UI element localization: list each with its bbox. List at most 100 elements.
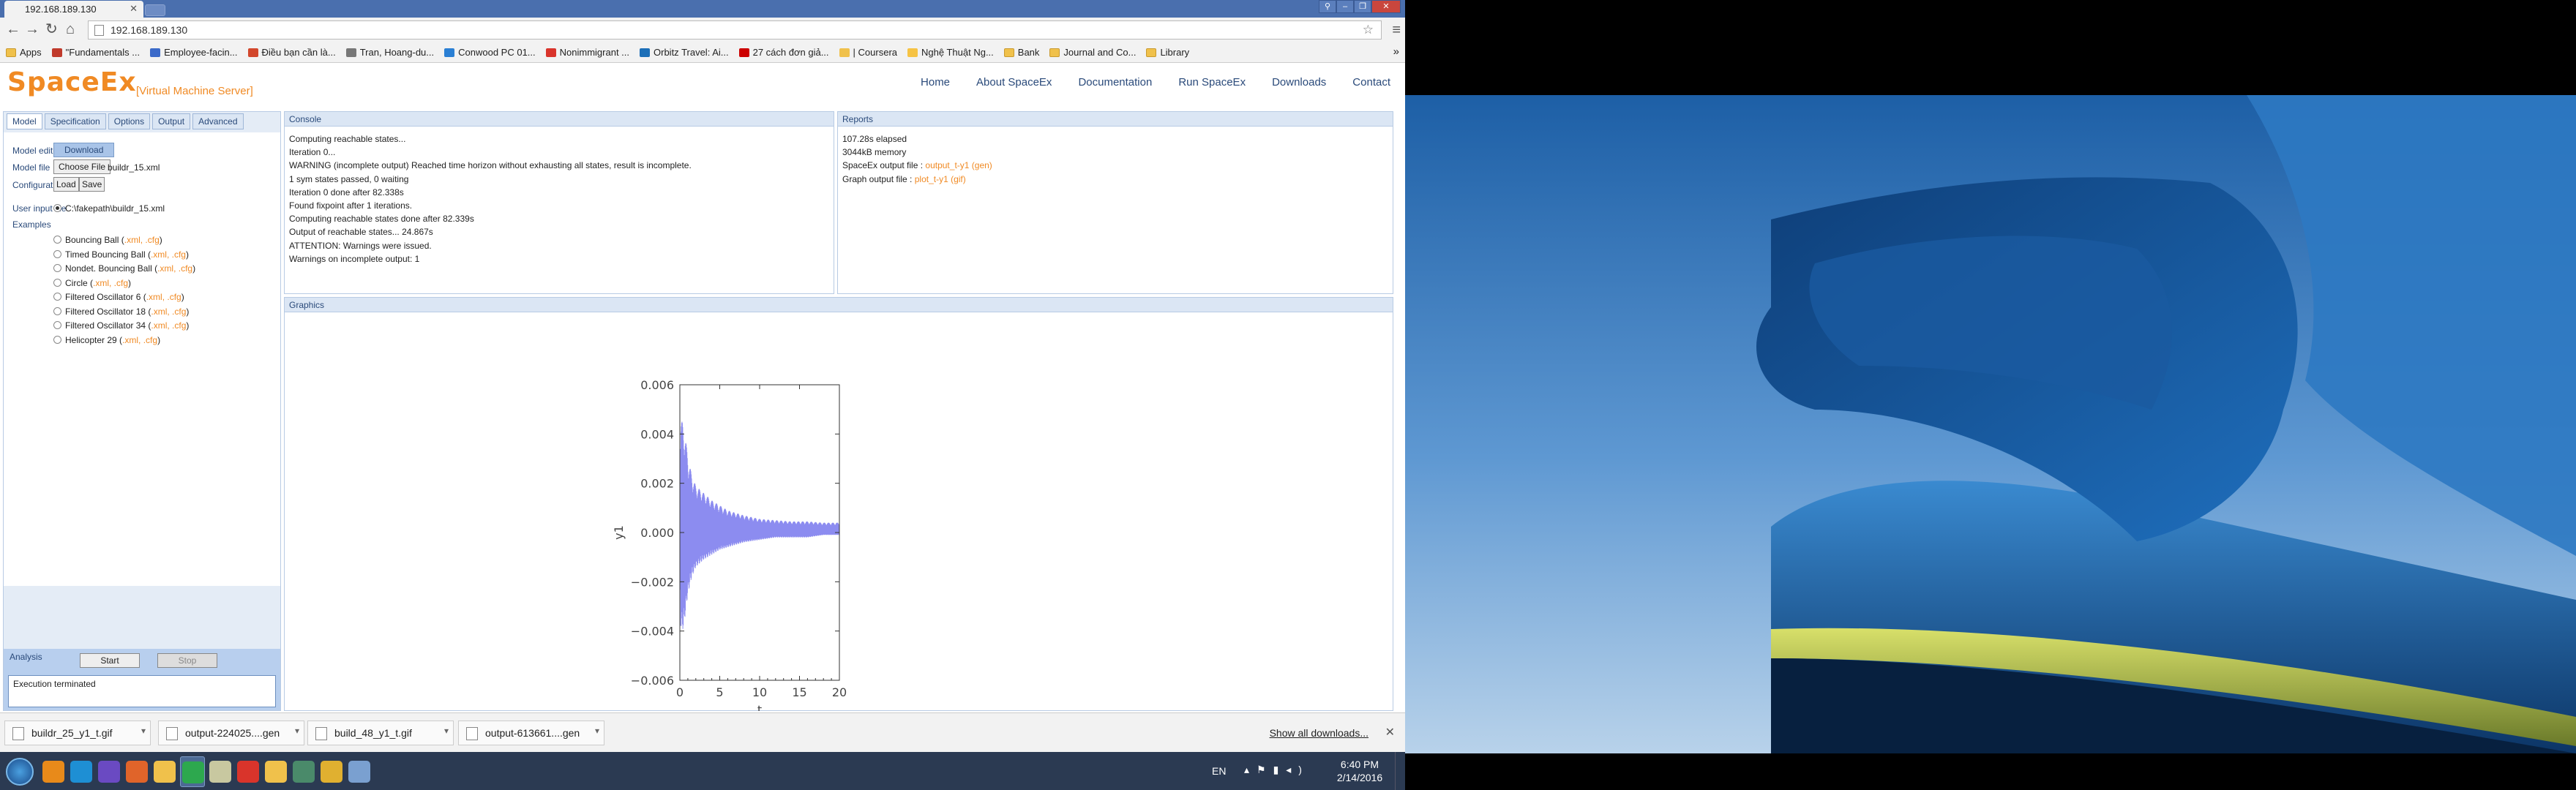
choose-file-button[interactable]: Choose File	[53, 159, 111, 174]
download-button[interactable]: Download	[53, 143, 115, 157]
bookmark-item[interactable]: | Coursera	[839, 47, 897, 58]
example-links[interactable]: .xml, .cfg	[124, 235, 160, 245]
graph-output-link[interactable]: plot_t-y1 (gif)	[915, 174, 966, 184]
example-radio[interactable]	[53, 335, 61, 344]
taskbar-chrome[interactable]	[180, 756, 205, 787]
example-radio[interactable]	[53, 321, 61, 329]
example-links[interactable]: .xml, .cfg	[146, 292, 181, 302]
download-item[interactable]: build_48_y1_t.gif ▾	[307, 721, 454, 745]
taskbar-file-explorer[interactable]	[152, 756, 177, 787]
tab-model[interactable]: Model	[7, 113, 42, 129]
example-name[interactable]: Timed Bouncing Ball	[65, 249, 146, 260]
nav-contact[interactable]: Contact	[1352, 76, 1390, 89]
forward-icon[interactable]: →	[25, 22, 40, 37]
example-radio[interactable]	[53, 293, 61, 301]
nav-run-spaceex[interactable]: Run SpaceEx	[1178, 76, 1246, 89]
example-name[interactable]: Circle	[65, 278, 88, 288]
taskbar-folder[interactable]	[263, 756, 288, 787]
example-radio[interactable]	[53, 236, 61, 244]
download-item[interactable]: output-613661....gen ▾	[458, 721, 604, 745]
download-item[interactable]: buildr_25_y1_t.gif ▾	[4, 721, 151, 745]
bookmark-item[interactable]: Journal and Co...	[1049, 47, 1136, 58]
bookmark-item[interactable]: 27 cách đơn giả...	[738, 47, 829, 58]
show-all-downloads-link[interactable]: Show all downloads...	[1270, 727, 1368, 739]
bookmark-item[interactable]: Nonimmigrant ...	[545, 47, 629, 58]
stop-button[interactable]: Stop	[157, 653, 217, 668]
back-icon[interactable]: ←	[6, 22, 20, 37]
taskbar-dx[interactable]	[208, 756, 233, 787]
example-links[interactable]: .xml, .cfg	[122, 335, 157, 345]
bookmark-item[interactable]: Conwood PC 01...	[444, 47, 536, 58]
system-tray[interactable]: ▴⚑▮◂)	[1244, 764, 1309, 776]
new-tab-button[interactable]	[145, 4, 165, 16]
taskbar-app-10[interactable]	[347, 756, 372, 787]
example-name[interactable]: Nondet. Bouncing Ball	[65, 263, 152, 274]
example-name[interactable]: Filtered Oscillator 6	[65, 292, 141, 302]
start-button[interactable]	[6, 758, 34, 786]
bookmark-item[interactable]: Bank	[1003, 47, 1039, 58]
close-downloads-icon[interactable]: ✕	[1385, 725, 1395, 740]
nav-home[interactable]: Home	[921, 76, 950, 89]
user-input-radio[interactable]	[53, 204, 61, 212]
download-menu-icon[interactable]: ▾	[141, 726, 146, 736]
example-links[interactable]: .xml, .cfg	[151, 320, 186, 331]
user-icon[interactable]: ⚲	[1319, 0, 1336, 13]
download-item[interactable]: output-224025....gen ▾	[158, 721, 304, 745]
example-name[interactable]: Filtered Oscillator 18	[65, 306, 146, 317]
address-bar[interactable]: 192.168.189.130 ☆	[88, 20, 1382, 40]
start-button[interactable]: Start	[80, 653, 140, 668]
nav-documentation[interactable]: Documentation	[1078, 76, 1152, 89]
show-desktop-button[interactable]	[1395, 752, 1405, 790]
save-button[interactable]: Save	[79, 177, 105, 192]
spaceex-logo[interactable]: SpaceEx	[7, 67, 137, 97]
bookmark-item[interactable]: Điều bạn cần là...	[247, 47, 336, 58]
download-menu-icon[interactable]: ▾	[444, 726, 449, 736]
taskbar-media-player[interactable]	[41, 756, 66, 787]
example-name[interactable]: Helicopter 29	[65, 335, 117, 345]
menu-icon[interactable]: ≡	[1392, 22, 1401, 39]
taskbar-firefox[interactable]	[124, 756, 149, 787]
maximize-button[interactable]: ❐	[1354, 0, 1371, 13]
taskbar-internet-explorer[interactable]	[69, 756, 94, 787]
example-name[interactable]: Bouncing Ball	[65, 235, 119, 245]
example-links[interactable]: .xml, .cfg	[151, 306, 186, 317]
example-radio[interactable]	[53, 306, 61, 315]
close-window-button[interactable]: ✕	[1371, 0, 1401, 13]
example-links[interactable]: .xml, .cfg	[157, 263, 192, 274]
download-menu-icon[interactable]: ▾	[595, 726, 599, 736]
bookmark-item[interactable]: Employee-facin...	[150, 47, 238, 58]
download-menu-icon[interactable]: ▾	[295, 726, 299, 736]
tab-advanced[interactable]: Advanced	[192, 113, 244, 129]
minimize-button[interactable]: –	[1336, 0, 1354, 13]
taskbar-app-8[interactable]	[291, 756, 316, 787]
nav-downloads[interactable]: Downloads	[1272, 76, 1326, 89]
load-button[interactable]: Load	[53, 177, 79, 192]
bookmark-item[interactable]: "Fundamentals ...	[51, 47, 140, 58]
tab-close-icon[interactable]: ✕	[130, 3, 138, 15]
tab-options[interactable]: Options	[108, 113, 151, 129]
bookmark-item[interactable]: Apps	[6, 47, 42, 58]
taskbar-app-9[interactable]	[319, 756, 344, 787]
browser-tab[interactable]: 192.168.189.130 ✕	[4, 1, 143, 18]
clock[interactable]: 6:40 PM 2/14/2016	[1330, 758, 1389, 784]
example-radio[interactable]	[53, 278, 61, 287]
example-links[interactable]: .xml, .cfg	[93, 278, 128, 288]
nav-about-spaceex[interactable]: About SpaceEx	[976, 76, 1052, 89]
language-indicator[interactable]: EN	[1212, 765, 1226, 777]
bookmark-item[interactable]: Orbitz Travel: Ai...	[640, 47, 729, 58]
tab-output[interactable]: Output	[152, 113, 191, 129]
bookmark-item[interactable]: Library	[1146, 47, 1189, 58]
spaceex-output-link[interactable]: output_t-y1 (gen)	[925, 160, 992, 170]
example-links[interactable]: .xml, .cfg	[151, 249, 186, 260]
tab-specification[interactable]: Specification	[44, 113, 106, 129]
example-name[interactable]: Filtered Oscillator 34	[65, 320, 146, 331]
taskbar-pdf[interactable]	[236, 756, 261, 787]
example-radio[interactable]	[53, 264, 61, 272]
bookmarks-more-icon[interactable]: »	[1393, 45, 1399, 58]
reload-icon[interactable]: ↻	[45, 22, 58, 37]
bookmark-item[interactable]: Nghệ Thuật Ng...	[907, 47, 994, 58]
bookmark-item[interactable]: Tran, Hoang-du...	[345, 47, 434, 58]
example-radio[interactable]	[53, 249, 61, 258]
home-icon[interactable]: ⌂	[66, 22, 75, 37]
taskbar-visual-studio[interactable]	[97, 756, 121, 787]
